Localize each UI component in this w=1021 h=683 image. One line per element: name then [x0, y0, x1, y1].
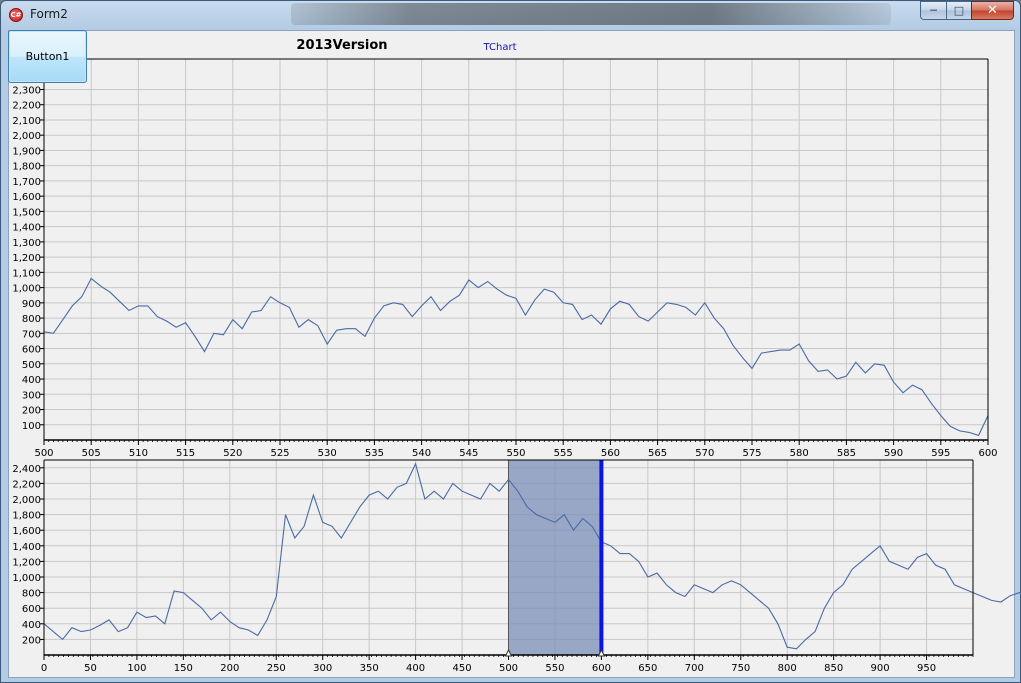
y-tick-label: 1,200 — [12, 557, 41, 568]
x-tick-label: 850 — [824, 663, 843, 674]
x-tick-label: 540 — [412, 448, 431, 459]
x-tick-label: 400 — [406, 663, 425, 674]
x-tick-label: 950 — [917, 663, 936, 674]
y-tick-label: 1,600 — [12, 192, 41, 203]
x-tick-label: 550 — [545, 663, 564, 674]
x-tick-label: 585 — [837, 448, 856, 459]
y-tick-label: 1,900 — [12, 146, 41, 157]
y-tick-label: 800 — [22, 589, 41, 600]
y-tick-label: 1,300 — [12, 238, 41, 249]
x-tick-label: 530 — [318, 448, 337, 459]
x-tick-label: 500 — [34, 448, 53, 459]
x-tick-label: 545 — [459, 448, 478, 459]
y-tick-label: 500 — [22, 360, 41, 371]
x-tick-label: 560 — [601, 448, 620, 459]
x-tick-label: 100 — [127, 663, 146, 674]
x-tick-label: 700 — [685, 663, 704, 674]
x-tick-label: 555 — [554, 448, 573, 459]
x-tick-label: 580 — [790, 448, 809, 459]
x-tick-label: 0 — [41, 663, 47, 674]
x-tick-label: 505 — [82, 448, 101, 459]
x-tick-label: 575 — [742, 448, 761, 459]
x-tick-label: 595 — [931, 448, 950, 459]
y-tick-label: 1,400 — [12, 542, 41, 553]
y-tick-label: 200 — [22, 635, 41, 646]
selection-band — [508, 459, 602, 656]
tchart-control[interactable]: 500 505 510 515 520 525 530 535 540 545 550 555 560 5… — [0, 0, 1021, 683]
x-tick-label: 550 — [506, 448, 525, 459]
x-tick-label: 200 — [220, 663, 239, 674]
y-tick-label: 2,300 — [12, 85, 41, 96]
main-chart[interactable]: 500 505 510 515 520 525 530 535 540 545 550 555 560 5… — [12, 38, 997, 459]
x-tick-label: 515 — [176, 448, 195, 459]
y-tick-label: 2,000 — [12, 131, 41, 142]
x-tick-label: 570 — [695, 448, 714, 459]
button1[interactable]: Button1 — [8, 30, 87, 83]
y-tick-label: 1,000 — [12, 573, 41, 584]
y-tick-label: 800 — [22, 314, 41, 325]
y-tick-label: 2,400 — [12, 464, 41, 475]
y-tick-label: 1,100 — [12, 268, 41, 279]
x-tick-label: 800 — [778, 663, 797, 674]
x-tick-label: 900 — [871, 663, 890, 674]
x-tick-label: 600 — [592, 663, 611, 674]
y-tick-label: 400 — [22, 375, 41, 386]
x-tick-label: 300 — [313, 663, 332, 674]
chart-title: 2013Version — [296, 38, 387, 53]
y-tick-label: 1,800 — [12, 162, 41, 173]
y-tick-label: 300 — [22, 390, 41, 401]
x-tick-label: 650 — [638, 663, 657, 674]
x-tick-label: 50 — [84, 663, 97, 674]
y-tick-label: 1,200 — [12, 253, 41, 264]
y-tick-label: 1,800 — [12, 511, 41, 522]
y-tick-label: 1,400 — [12, 223, 41, 234]
y-tick-label: 1,000 — [12, 284, 41, 295]
x-tick-label: 350 — [360, 663, 379, 674]
y-tick-label: 600 — [22, 345, 41, 356]
y-tick-label: 100 — [22, 421, 41, 432]
x-tick-label: 150 — [174, 663, 193, 674]
x-tick-label: 535 — [365, 448, 384, 459]
y-tick-label: 900 — [22, 299, 41, 310]
x-tick-label: 565 — [648, 448, 667, 459]
y-tick-label: 400 — [22, 620, 41, 631]
y-tick-label: 1,500 — [12, 207, 41, 218]
x-tick-label: 250 — [267, 663, 286, 674]
y-tick-label: 600 — [22, 604, 41, 615]
y-tick-label: 700 — [22, 329, 41, 340]
y-tick-label: 2,100 — [12, 116, 41, 127]
x-tick-label: 510 — [129, 448, 148, 459]
y-tick-label: 2,200 — [12, 479, 41, 490]
y-tick-label: 200 — [22, 406, 41, 417]
x-tick-label: 525 — [270, 448, 289, 459]
x-tick-label: 590 — [884, 448, 903, 459]
x-tick-label: 600 — [978, 448, 997, 459]
x-tick-label: 750 — [731, 663, 750, 674]
y-tick-label: 2,000 — [12, 495, 41, 506]
overview-chart[interactable]: 0 50 100 150 200 250 300 350 400 450 500 550 600 650 7… — [12, 459, 1021, 674]
x-tick-label: 450 — [453, 663, 472, 674]
y-tick-label: 1,600 — [12, 526, 41, 537]
x-tick-label: 500 — [499, 663, 518, 674]
y-tick-label: 1,700 — [12, 177, 41, 188]
y-tick-label: 2,200 — [12, 101, 41, 112]
chart-subtitle: TChart — [482, 42, 516, 53]
x-tick-label: 520 — [223, 448, 242, 459]
